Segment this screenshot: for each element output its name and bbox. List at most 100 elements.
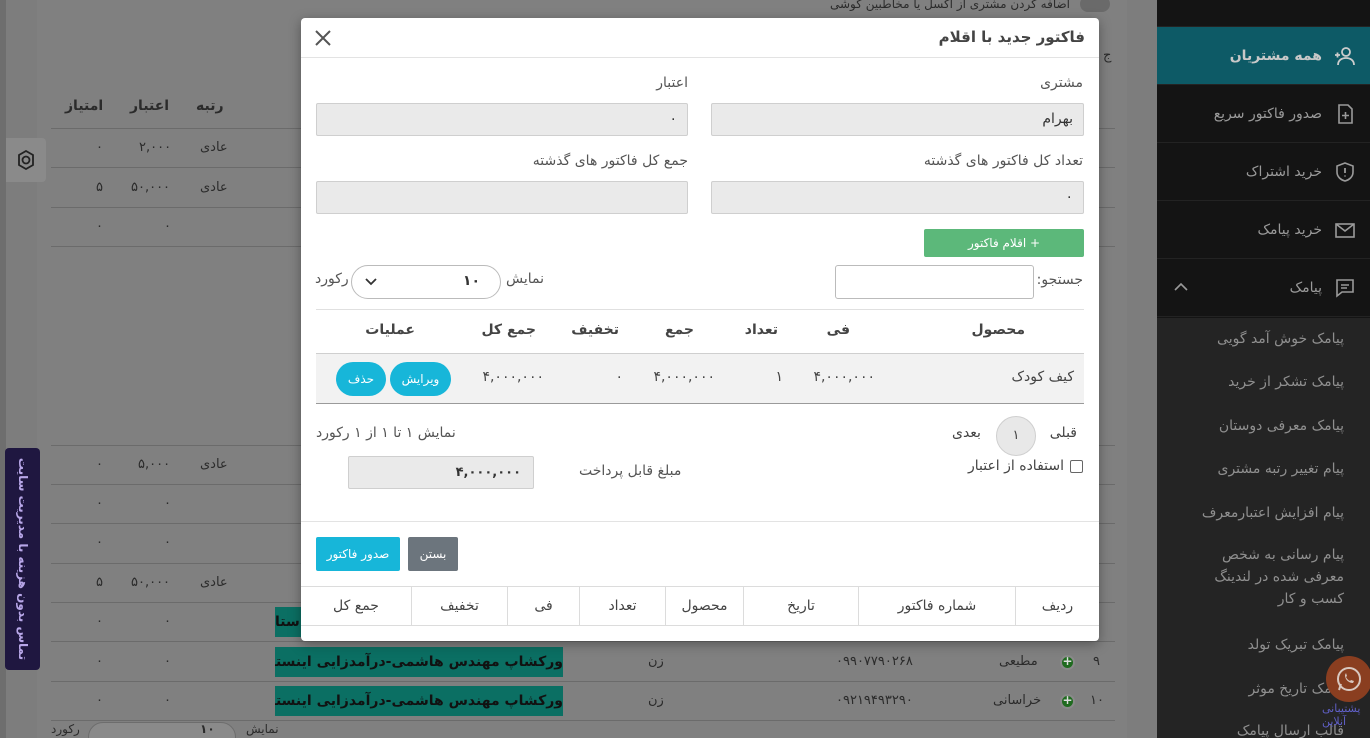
table-cell-score: ۰ xyxy=(96,496,103,511)
issue-invoice-button[interactable]: صدور فاکتور xyxy=(316,537,400,571)
submenu-item[interactable]: پیام تغییر رتبه مشتری xyxy=(1217,458,1344,480)
import-toggle-label: اضافه کردن مشتری از اکسل یا مخاطبین گوشی xyxy=(830,0,1070,11)
table-cell-credit: ۰ xyxy=(164,614,171,629)
page-size-select[interactable]: ۱۰ xyxy=(351,265,501,299)
table-cell-credit: ۵۰,۰۰۰ xyxy=(131,180,171,195)
column-header-quantity: تعداد xyxy=(744,322,778,338)
use-credit-label: استفاده از اعتبار xyxy=(967,458,1064,474)
history-header-price: فی xyxy=(507,587,579,626)
import-toggle[interactable] xyxy=(1080,0,1110,12)
sidebar-item-buy-sms[interactable]: خرید پیامک xyxy=(1157,201,1370,259)
expand-row-icon[interactable] xyxy=(1060,654,1075,670)
table-cell-credit: ۲,۰۰۰ xyxy=(139,140,172,155)
history-header-quantity: تعداد xyxy=(579,587,665,626)
table-cell-credit: ۵,۰۰۰ xyxy=(138,457,171,472)
table-cell-score: ۰ xyxy=(96,140,103,155)
search-input[interactable] xyxy=(835,265,1034,299)
sidebar-item-sms[interactable]: پیامک xyxy=(1157,259,1370,317)
submenu-item[interactable]: پیام افزایش اعتبارمعرف xyxy=(1202,502,1344,524)
sidebar-item-label: خرید پیامک xyxy=(1257,222,1323,238)
sidebar: همه مشتریان صدور فاکتور سریع خرید اشتراک… xyxy=(1157,0,1370,738)
customer-phone: ۰۹۲۱۹۴۹۳۲۹۰ xyxy=(836,693,913,708)
row-number: ۹ xyxy=(1093,654,1100,669)
invoice-total-field[interactable] xyxy=(316,181,688,214)
table-cell-credit: ۵۰,۰۰۰ xyxy=(131,575,171,590)
cell-sum: ۴,۰۰۰,۰۰۰ xyxy=(653,369,715,385)
column-header-actions: عملیات xyxy=(365,322,415,338)
submenu-item[interactable]: پیامک تشکر از خرید xyxy=(1228,371,1344,393)
records-label: رکورد xyxy=(315,271,349,287)
sidebar-top-item[interactable] xyxy=(1157,0,1370,27)
sidebar-item-subscription[interactable]: خرید اشتراک xyxy=(1157,143,1370,201)
credit-label: اعتبار xyxy=(656,75,688,91)
table-cell-credit: ۰ xyxy=(164,654,171,669)
column-header-credit: اعتبار xyxy=(130,98,170,114)
free-call-tab[interactable]: تماس بدون هزینه با مدیریت سایت xyxy=(5,448,40,670)
table-cell-rank: عادی xyxy=(200,180,228,195)
modal-footer-divider xyxy=(301,521,1099,522)
chevron-up-icon xyxy=(1174,282,1188,291)
table-cell-credit: ۰ xyxy=(164,496,171,511)
modal-header: فاکتور جدید با اقلام xyxy=(301,18,1099,58)
course-banner[interactable]: ستا xyxy=(275,607,301,637)
search-label: جستجو: xyxy=(1036,272,1083,288)
history-header-date: تاریخ xyxy=(743,587,858,626)
course-banner[interactable]: ورکشاپ مهندس هاشمی-درآمدزایی اینستا xyxy=(275,686,563,716)
background-text-fragment: ج xyxy=(1103,48,1112,63)
history-header-invoice-number: شماره فاکتور xyxy=(858,587,1015,626)
submenu-item[interactable]: پیامک تبریک تولد xyxy=(1248,634,1344,656)
checkbox-box[interactable] xyxy=(1070,459,1083,473)
page-number-button[interactable]: ۱ xyxy=(996,416,1036,456)
settings-button[interactable] xyxy=(6,138,46,182)
column-header-score: امتیاز xyxy=(65,98,104,114)
credit-field[interactable]: ۰ xyxy=(316,103,688,136)
sidebar-item-all-customers[interactable]: همه مشتریان xyxy=(1157,27,1370,85)
active-item-pointer xyxy=(1157,44,1165,60)
submenu-item[interactable]: پیامک خوش آمد گویی xyxy=(1217,328,1344,350)
history-header-product: محصول xyxy=(665,587,743,626)
online-support-label: پشتیبانی آنلاین xyxy=(1322,702,1361,728)
add-invoice-items-button[interactable]: + اقلام فاکتور xyxy=(924,229,1084,257)
payable-label: مبلغ قابل پرداخت xyxy=(579,463,682,479)
course-banner[interactable]: ورکشاپ مهندس هاشمی-درآمدزایی اینستا xyxy=(275,647,563,677)
table-cell-score: ۰ xyxy=(96,219,103,234)
invoice-total-label: جمع کل فاکتور های گذشته xyxy=(532,153,688,169)
submenu-item[interactable]: پیامک معرفی دوستان xyxy=(1219,415,1344,437)
submenu-item[interactable]: پیام رسانی به شخص معرفی شده در لندینگ کس… xyxy=(1184,544,1344,610)
bottom-show-label: نمایش xyxy=(246,722,279,736)
table-top-border xyxy=(316,309,1084,310)
delete-button[interactable]: حذف xyxy=(336,362,386,396)
row-divider xyxy=(51,681,1115,682)
customer-gender: زن xyxy=(648,654,664,669)
column-header-price: فی xyxy=(826,322,850,338)
close-icon[interactable] xyxy=(313,28,333,48)
row-divider xyxy=(51,641,1115,642)
column-header-rank: رتبه xyxy=(196,98,224,114)
show-label: نمایش xyxy=(506,271,545,287)
payable-amount-field[interactable]: ۴,۰۰۰,۰۰۰ xyxy=(348,456,534,489)
invoice-count-label: تعداد کل فاکتور های گذشته xyxy=(923,153,1083,169)
sidebar-item-quick-invoice[interactable]: صدور فاکتور سریع xyxy=(1157,85,1370,143)
page-size-value: ۱۰ xyxy=(462,273,480,289)
table-cell-score: ۵ xyxy=(96,575,103,590)
close-button[interactable]: بستن xyxy=(408,537,458,571)
cell-quantity: ۱ xyxy=(775,369,783,385)
bottom-page-size-value: ۱۰ xyxy=(200,722,215,736)
customer-field[interactable]: بهرام xyxy=(711,103,1084,136)
cell-total: ۴,۰۰۰,۰۰۰ xyxy=(482,369,544,385)
cell-product: کیف کودک xyxy=(1011,369,1075,385)
column-header-discount: تخفیف xyxy=(571,322,619,338)
invoice-count-field[interactable]: ۰ xyxy=(711,181,1084,214)
use-credit-checkbox[interactable]: استفاده از اعتبار xyxy=(968,458,1083,474)
cell-price: ۴,۰۰۰,۰۰۰ xyxy=(813,369,875,385)
whatsapp-button[interactable] xyxy=(1326,656,1370,702)
customer-name: خراسانی xyxy=(993,693,1042,708)
shield-alert-icon xyxy=(1336,162,1354,182)
prev-page-button[interactable]: قبلی xyxy=(1050,425,1077,441)
sidebar-item-label: همه مشتریان xyxy=(1229,48,1322,64)
next-page-button[interactable]: بعدی xyxy=(952,425,981,441)
edit-button[interactable]: ویرایش xyxy=(390,362,451,396)
customer-name: مطیعی xyxy=(999,654,1038,669)
new-invoice-modal: فاکتور جدید با اقلام مشتری بهرام اعتبار … xyxy=(301,18,1099,641)
expand-row-icon[interactable] xyxy=(1060,693,1075,709)
